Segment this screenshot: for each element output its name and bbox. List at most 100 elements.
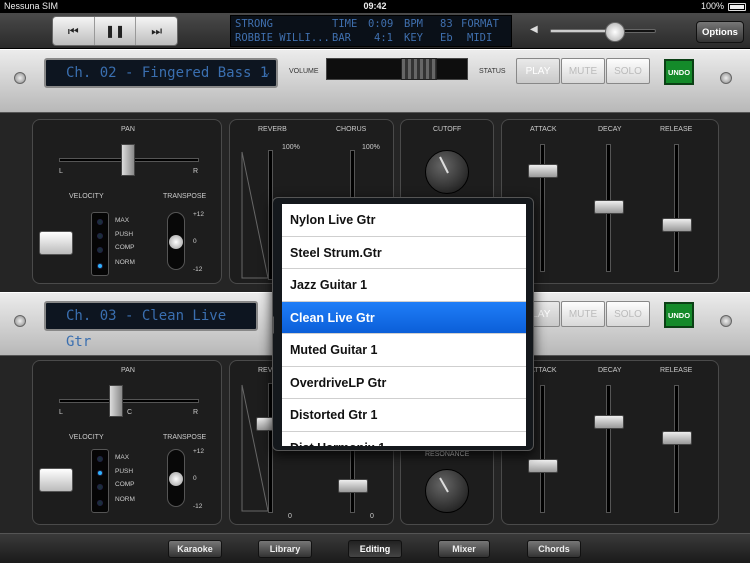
instrument-menu-item[interactable]: Clean Live Gtr bbox=[282, 301, 526, 334]
master-volume-track[interactable] bbox=[550, 22, 656, 42]
channel1-volume-knob[interactable] bbox=[400, 58, 437, 80]
attack-track[interactable] bbox=[540, 385, 545, 513]
reverb-max-label: 100% bbox=[282, 144, 300, 151]
tab-karaoke[interactable]: Karaoke bbox=[168, 540, 222, 558]
channel1-status-label: STATUS bbox=[479, 68, 506, 75]
velocity-option: PUSH bbox=[115, 231, 134, 238]
channel1-play-button[interactable]: PLAY bbox=[516, 58, 560, 84]
master-volume-knob[interactable] bbox=[605, 22, 626, 42]
velocity-option: COMP bbox=[115, 244, 135, 251]
transpose-knob[interactable] bbox=[169, 235, 183, 249]
velocity-led bbox=[97, 470, 103, 476]
velocity-button[interactable] bbox=[39, 231, 73, 255]
battery-percent: 100% bbox=[700, 1, 724, 11]
pan-left-label: L bbox=[59, 168, 63, 175]
battery-icon bbox=[728, 3, 746, 11]
reverb-ramp-icon bbox=[241, 384, 269, 512]
velocity-led bbox=[97, 219, 103, 225]
chorus-max-label: 100% bbox=[362, 144, 380, 151]
key-label: KEY bbox=[404, 32, 423, 44]
pan-fader[interactable] bbox=[109, 385, 123, 417]
tab-editing[interactable]: Editing bbox=[348, 540, 402, 558]
pan-track[interactable] bbox=[59, 399, 199, 403]
pan-fader[interactable] bbox=[121, 144, 135, 176]
channel1-instrument-name: Ch. 02 - Fingered Bass 1 bbox=[66, 65, 269, 81]
release-fader[interactable] bbox=[662, 218, 692, 232]
channel1-mute-button[interactable]: MUTE bbox=[561, 58, 605, 84]
instrument-menu-item[interactable]: OverdriveLP Gtr bbox=[282, 367, 526, 399]
reverb-label: REVERB bbox=[258, 126, 287, 133]
channel2-instrument-select[interactable]: Ch. 03 - Clean Live Gtr bbox=[44, 301, 258, 350]
options-button[interactable]: Options bbox=[696, 21, 744, 43]
transpose-control[interactable] bbox=[167, 449, 185, 507]
channel2-solo-button[interactable]: SOLO bbox=[606, 301, 650, 327]
velocity-option: COMP bbox=[115, 481, 135, 488]
decay-fader[interactable] bbox=[594, 415, 624, 429]
pan-right-label: R bbox=[193, 168, 199, 175]
instrument-menu-item[interactable]: Dist Harmonix 1 bbox=[282, 432, 526, 447]
resonance-knob[interactable] bbox=[425, 469, 469, 513]
attack-fader[interactable] bbox=[528, 164, 558, 178]
channel1-solo-button[interactable]: SOLO bbox=[606, 58, 650, 84]
pause-button[interactable]: ❚❚ bbox=[95, 17, 137, 45]
velocity-led bbox=[97, 484, 103, 490]
channel1-volume-slider[interactable] bbox=[326, 58, 468, 80]
tab-mixer[interactable]: Mixer bbox=[438, 540, 490, 558]
instrument-menu-item[interactable]: Steel Strum.Gtr bbox=[282, 237, 526, 269]
bar-value: 4:1 bbox=[374, 32, 393, 44]
screw-icon bbox=[720, 72, 732, 84]
chorus-label: CHORUS bbox=[336, 126, 367, 133]
velocity-selector[interactable] bbox=[91, 449, 109, 513]
clock: 09:42 bbox=[363, 1, 387, 11]
instrument-menu-item[interactable]: Nylon Live Gtr bbox=[282, 204, 526, 237]
reverb-min-label: 0 bbox=[288, 513, 292, 520]
knob-indicator-icon bbox=[439, 477, 449, 493]
attack-fader[interactable] bbox=[528, 459, 558, 473]
channel1-pan-velocity-tile: PAN L R VELOCITY TRANSPOSE MAX PUSH COMP… bbox=[32, 119, 222, 284]
time-label: TIME bbox=[332, 18, 358, 30]
transpose-label: TRANSPOSE bbox=[163, 434, 207, 441]
velocity-led bbox=[97, 233, 103, 239]
velocity-led bbox=[97, 456, 103, 462]
transpose-control[interactable] bbox=[167, 212, 185, 270]
velocity-led bbox=[97, 263, 103, 269]
pause-icon: ❚❚ bbox=[104, 24, 126, 38]
app-window: Nessuna SIM 09:42 100% ⏮ ❚❚ ⏭ STRONG TIM… bbox=[0, 0, 750, 563]
channel2-undo-button[interactable]: UNDO bbox=[664, 302, 694, 328]
reverb-ramp-icon bbox=[241, 151, 269, 279]
velocity-option: NORM bbox=[115, 496, 135, 503]
skip-back-icon: ⏮ bbox=[67, 23, 79, 38]
transpose-knob[interactable] bbox=[169, 472, 183, 486]
transpose-tick: -12 bbox=[193, 266, 203, 273]
velocity-selector[interactable] bbox=[91, 212, 109, 276]
decay-label: DECAY bbox=[598, 367, 622, 374]
screw-icon bbox=[720, 315, 732, 327]
next-button[interactable]: ⏭ bbox=[136, 17, 177, 45]
decay-track[interactable] bbox=[606, 385, 611, 513]
decay-fader[interactable] bbox=[594, 200, 624, 214]
channel1-undo-button[interactable]: UNDO bbox=[664, 59, 694, 85]
previous-button[interactable]: ⏮ bbox=[53, 17, 95, 45]
pan-left-label: L bbox=[59, 409, 63, 416]
master-volume-slider[interactable]: ◀ bbox=[530, 21, 660, 42]
transport-controls: ⏮ ❚❚ ⏭ bbox=[52, 16, 178, 46]
instrument-list[interactable]: Nylon Live Gtr Steel Strum.Gtr Jazz Guitar… bbox=[282, 204, 526, 446]
song-title: STRONG bbox=[235, 18, 273, 30]
tab-library[interactable]: Library bbox=[258, 540, 312, 558]
instrument-menu-item[interactable]: Distorted Gtr 1 bbox=[282, 399, 526, 432]
chorus-fader[interactable] bbox=[338, 479, 368, 493]
instrument-menu-item[interactable]: Muted Guitar 1 bbox=[282, 334, 526, 367]
channel2-mute-button[interactable]: MUTE bbox=[561, 301, 605, 327]
cutoff-knob[interactable] bbox=[425, 150, 469, 194]
release-label: RELEASE bbox=[660, 126, 693, 133]
release-track[interactable] bbox=[674, 385, 679, 513]
release-label: RELEASE bbox=[660, 367, 693, 374]
release-fader[interactable] bbox=[662, 431, 692, 445]
release-track[interactable] bbox=[674, 144, 679, 272]
transpose-tick: 0 bbox=[193, 475, 197, 482]
instrument-menu-item[interactable]: Jazz Guitar 1 bbox=[282, 269, 526, 302]
velocity-button[interactable] bbox=[39, 468, 73, 492]
tab-chords[interactable]: Chords bbox=[527, 540, 581, 558]
channel1-instrument-select[interactable]: Ch. 02 - Fingered Bass 1 ⌄ bbox=[44, 58, 278, 88]
bar-label: BAR bbox=[332, 32, 351, 44]
